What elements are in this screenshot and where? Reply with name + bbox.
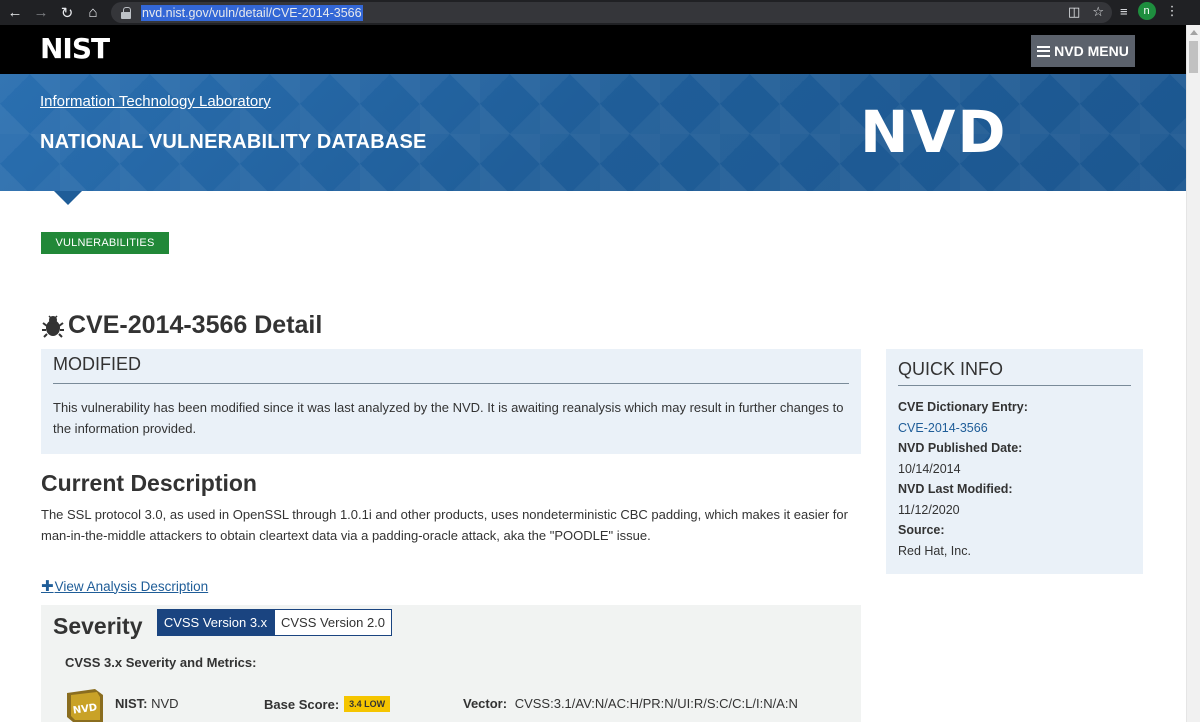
qi-value-cve-entry[interactable]: CVE-2014-3566 [898,418,1131,439]
lock-icon [121,6,131,19]
base-score-badge[interactable]: 3.4 LOW [344,696,391,712]
qi-label-modified: NVD Last Modified: [898,482,1013,496]
modified-text: This vulnerability has been modified sin… [53,400,844,436]
base-score: Base Score: 3.4 LOW [264,696,391,712]
vector: Vector: CVSS:3.1/AV:N/AC:H/PR:N/UI:R/S:C… [463,696,798,711]
tab-cvss-3x[interactable]: CVSS Version 3.x [157,609,274,636]
qi-label-published: NVD Published Date: [898,441,1023,455]
nvd-title: NATIONAL VULNERABILITY DATABASE [40,131,427,153]
reload-icon[interactable]: ↻ [54,0,80,25]
qi-value-modified: 11/12/2020 [898,502,960,517]
back-arrow-icon[interactable]: ← [2,0,28,25]
plus-icon: ✚ [41,578,54,595]
severity-heading: Severity [53,613,143,639]
tab-cvss-20[interactable]: CVSS Version 2.0 [274,609,392,636]
nvd-menu-button[interactable]: NVD MENU [1031,35,1135,67]
address-bar[interactable]: nvd.nist.gov/vuln/detail/CVE-2014-3566 ◫… [111,2,1112,23]
browser-toolbar: ← → ↻ ⌂ nvd.nist.gov/vuln/detail/CVE-201… [0,0,1200,25]
banner-caret-icon [54,191,82,205]
translate-icon[interactable]: ◫ [1068,4,1080,20]
forward-arrow-icon[interactable]: → [28,0,54,25]
view-analysis-link[interactable]: ✚ View Analysis Description [41,577,208,595]
nist-source: NIST: NVD [115,696,179,711]
url-text[interactable]: nvd.nist.gov/vuln/detail/CVE-2014-3566 [141,4,363,21]
vulnerabilities-button[interactable]: VULNERABILITIES [41,232,169,254]
vector-value: CVSS:3.1/AV:N/AC:H/PR:N/UI:R/S:C/C:L/I:N… [514,696,798,711]
nvd-shield-icon: NVD [67,689,103,722]
quick-info-panel: QUICK INFO CVE Dictionary Entry: CVE-201… [886,349,1143,574]
page-title: CVE-2014-3566 Detail [40,311,322,340]
bookmark-star-icon[interactable]: ☆ [1092,4,1104,20]
scroll-up-arrow-icon[interactable] [1190,30,1198,35]
metrics-title: CVSS 3.x Severity and Metrics: [65,655,257,670]
hamburger-icon [1037,45,1051,57]
description-heading: Current Description [41,470,257,496]
base-score-label: Base Score: [264,696,340,712]
scroll-thumb[interactable] [1189,41,1198,73]
qi-value-published: 10/14/2014 [898,461,961,476]
page-scrollbar[interactable] [1186,25,1200,722]
qi-value-source: Red Hat, Inc. [898,543,971,558]
qi-label-cve-entry: CVE Dictionary Entry: [898,400,1028,414]
nvd-logo[interactable]: NVD [860,103,1008,161]
reading-list-icon[interactable]: ≡ [1120,4,1128,19]
nist-logo[interactable]: NIST [40,35,110,63]
nvd-menu-label: NVD MENU [1054,43,1129,59]
site-header: NIST NVD MENU [0,25,1186,74]
severity-panel: Severity CVSS Version 3.x CVSS Version 2… [41,605,861,722]
nvd-banner: Information Technology Laboratory NATION… [0,74,1186,191]
browser-menu-icon[interactable]: ⋮ [1166,3,1179,19]
modified-heading: MODIFIED [53,354,849,384]
qi-label-source: Source: [898,523,945,537]
nist-source-value: NVD [151,696,179,711]
nist-source-label: NIST: [115,696,148,711]
home-icon[interactable]: ⌂ [80,0,106,25]
cve-title: CVE-2014-3566 Detail [68,311,323,339]
description-text: The SSL protocol 3.0, as used in OpenSSL… [41,507,848,543]
quick-info-heading: QUICK INFO [898,359,1131,386]
view-analysis-label: View Analysis Description [54,578,209,594]
vector-label: Vector: [463,696,508,711]
bug-icon [42,314,64,338]
modified-notice: MODIFIED This vulnerability has been mod… [41,349,861,454]
itl-link[interactable]: Information Technology Laboratory [40,93,271,110]
profile-avatar[interactable]: n [1137,2,1156,20]
